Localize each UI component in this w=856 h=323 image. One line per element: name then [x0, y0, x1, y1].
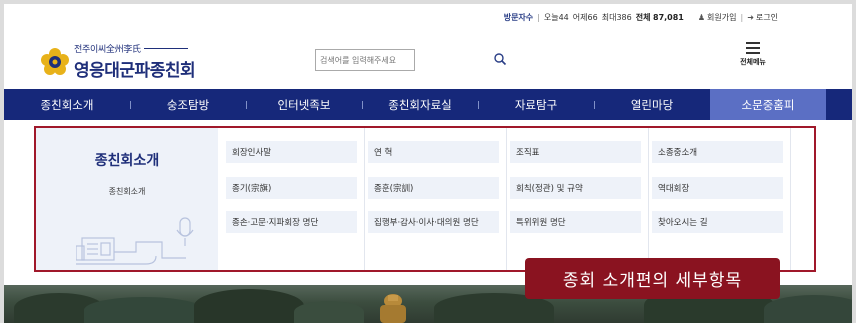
visitor-total: 전체 87,081: [635, 13, 684, 22]
login-icon: ➜: [747, 13, 754, 22]
statue-image: [380, 294, 406, 323]
join-link[interactable]: ♟ 회원가입: [698, 12, 737, 23]
column-divider: [506, 128, 507, 270]
menu-item-executives-list[interactable]: 집행부·감사·이사·대의원 명단: [368, 211, 499, 233]
newspaper-microphone-illustration-icon: [75, 216, 196, 272]
search-box: [315, 47, 523, 73]
menu-item-president-greeting[interactable]: 회장인사말: [226, 141, 357, 163]
menu-item-past-presidents[interactable]: 역대회장: [652, 177, 783, 199]
menu-item-advisors-list[interactable]: 종손·고문·지파회장 명단: [226, 211, 357, 233]
menu-item-clan-motto[interactable]: 종훈(宗訓): [368, 177, 499, 199]
mega-menu-subtitle: 종친회소개: [108, 187, 146, 196]
search-input[interactable]: [315, 49, 415, 71]
menu-item-bylaws[interactable]: 회칙(정관) 및 규약: [510, 177, 641, 199]
menu-item-sub-clan-intro[interactable]: 소종중소개: [652, 141, 783, 163]
nav-item-archive[interactable]: 종친회자료실: [362, 89, 478, 120]
column-divider: [648, 128, 649, 270]
nav-item-online-genealogy[interactable]: 인터넷족보: [246, 89, 362, 120]
nav-item-branch-homepage[interactable]: 소문중홈피: [710, 89, 826, 120]
visitor-yesterday: 어제66: [572, 13, 598, 22]
menu-item-special-committee[interactable]: 특위위원 명단: [510, 211, 641, 233]
all-menu-button[interactable]: 전체메뉴: [738, 42, 768, 67]
utility-bar: 방문자수 | 오늘44 어제66 최대386 전체 87,081 ♟ 회원가입 |…: [504, 12, 778, 23]
visitor-max: 최대386: [601, 13, 632, 22]
menu-item-history[interactable]: 연 혁: [368, 141, 499, 163]
search-icon[interactable]: [493, 51, 507, 66]
column-divider: [790, 128, 791, 270]
menu-item-org-chart[interactable]: 조직표: [510, 141, 641, 163]
nav-item-open-forum[interactable]: 열린마당: [594, 89, 710, 120]
mega-menu: 종친회소개 종친회소개 회장인사말 종기(宗旗) 종손·고문·지파회장 명단 연…: [34, 126, 816, 272]
divider: |: [740, 13, 744, 22]
plum-blossom-emblem-icon: [40, 47, 70, 77]
logo-title: 영응대군파종친회: [74, 61, 196, 81]
nav-item-about[interactable]: 종친회소개: [4, 89, 130, 120]
menu-item-clan-flag[interactable]: 종기(宗旗): [226, 177, 357, 199]
menu-item-directions[interactable]: 찾아오시는 길: [652, 211, 783, 233]
column-divider: [364, 128, 365, 270]
annotation-callout: 종회 소개편의 세부항목: [525, 258, 780, 299]
site-logo[interactable]: 전주이씨全州李氏 영응대군파종친회: [40, 42, 196, 81]
visitor-today: 오늘44: [543, 13, 569, 22]
visitor-count-label: 방문자수: [503, 13, 534, 22]
logo-subtitle: 전주이씨全州李氏: [74, 42, 195, 55]
mega-menu-intro-panel: 종친회소개 종친회소개: [36, 128, 218, 270]
divider: |: [537, 13, 540, 22]
all-menu-label: 전체메뉴: [740, 58, 766, 66]
login-link[interactable]: ➜ 로그인: [747, 12, 778, 23]
page-frame: 방문자수 | 오늘44 어제66 최대386 전체 87,081 ♟ 회원가입 |…: [4, 4, 852, 323]
user-plus-icon: ♟: [697, 13, 706, 22]
nav-item-ancestor-visit[interactable]: 숭조탐방: [130, 89, 246, 120]
nav-item-research[interactable]: 자료탐구: [478, 89, 594, 120]
mega-menu-title: 종친회소개: [94, 153, 160, 169]
hamburger-icon: [746, 42, 760, 54]
main-nav: 종친회소개 숭조탐방 인터넷족보 종친회자료실 자료탐구 열린마당 소문중홈피: [4, 89, 852, 120]
